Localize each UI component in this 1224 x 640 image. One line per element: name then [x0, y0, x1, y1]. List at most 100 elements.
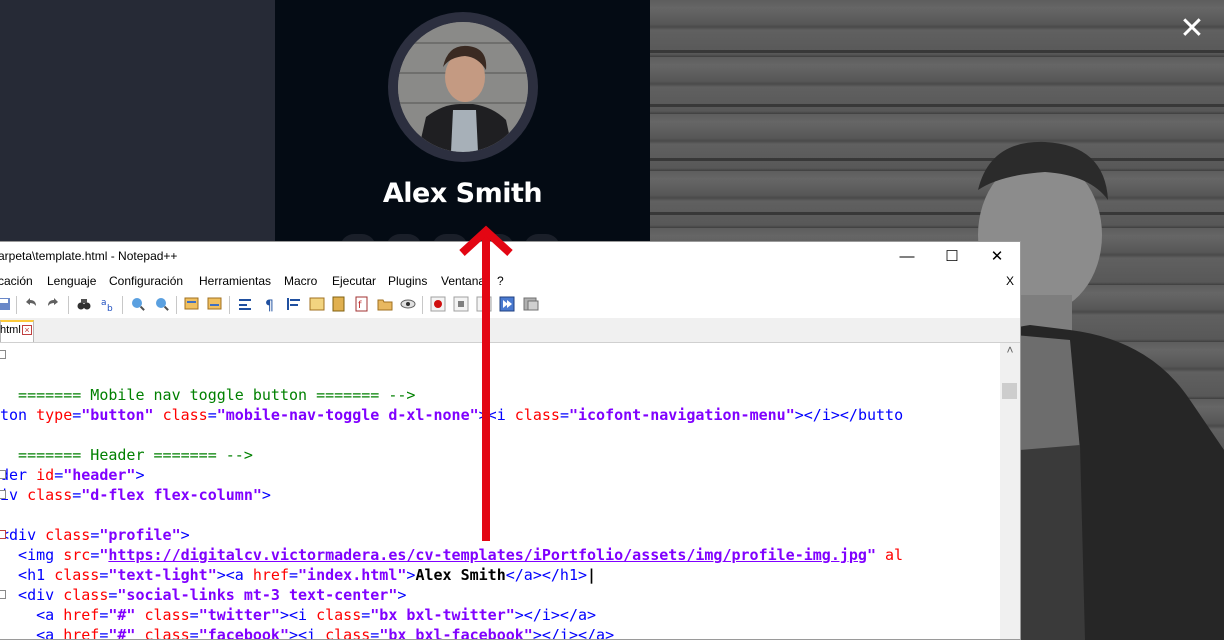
code-token: "header" [63, 466, 136, 484]
code-token: "social-links mt-3 text-center" [117, 586, 398, 604]
code-token: "text-light" [108, 566, 217, 584]
close-icon[interactable]: ✕ [1176, 14, 1208, 46]
code-line: <a href="#" class="facebook"><i class="b… [0, 625, 615, 640]
code-token: = [189, 626, 199, 640]
code-token: = [189, 606, 199, 624]
scroll-up-arrow-icon[interactable]: ˄ [1000, 343, 1020, 361]
svg-text:¶: ¶ [265, 298, 274, 312]
toolbar-separator [16, 296, 17, 314]
code-token: ><a [216, 566, 253, 584]
vertical-scrollbar[interactable]: ˄ [1000, 343, 1020, 639]
code-token: = [559, 406, 569, 424]
code-line: <div class="profile"> [0, 525, 190, 545]
code-token: https://digitalcv.victormadera.es/cv-tem… [108, 546, 867, 564]
user-language-icon[interactable] [309, 296, 325, 312]
maximize-button[interactable]: ☐ [929, 242, 975, 270]
indent-guide-icon[interactable] [286, 296, 302, 312]
show-all-characters-icon[interactable]: ¶ [262, 296, 278, 312]
fold-marker[interactable] [0, 470, 6, 479]
code-line: ======= Header ======= --> [0, 445, 253, 465]
fold-marker[interactable] [0, 590, 6, 599]
code-token: class [54, 566, 100, 584]
word-wrap-icon[interactable] [238, 296, 254, 312]
code-token: > [180, 526, 190, 544]
code-token: <a [0, 606, 64, 624]
toolbar-separator [176, 296, 177, 314]
code-token: Alex Smith [415, 566, 506, 584]
code-token: "twitter" [198, 606, 280, 624]
code-line: der id="header"> [0, 465, 145, 485]
code-token: class [144, 606, 190, 624]
code-token: <img [0, 546, 64, 564]
tab-close-icon[interactable]: × [22, 325, 32, 335]
close-document-button[interactable]: X [1006, 274, 1014, 288]
code-token: href [63, 626, 100, 640]
sync-horizontal-icon[interactable] [207, 296, 223, 312]
code-token: id [36, 466, 55, 484]
avatar [398, 22, 528, 152]
redo-icon[interactable] [46, 296, 62, 312]
code-token: ></i></a> [532, 626, 615, 640]
svg-text:a: a [101, 298, 107, 308]
code-line: ton type="button" class="mobile-nav-togg… [0, 405, 903, 425]
toolbar-separator [122, 296, 123, 314]
macro-save-icon[interactable] [523, 296, 539, 312]
fold-marker[interactable] [0, 530, 6, 539]
code-token: = [90, 546, 100, 564]
tab-template-html[interactable]: html × [0, 320, 34, 342]
code-line: <a href="#" class="twitter"><i class="bx… [0, 605, 596, 625]
save-all-icon[interactable] [0, 296, 12, 312]
code-token: <div [0, 526, 46, 544]
code-token: class [45, 526, 91, 544]
window-close-button[interactable]: ✕ [974, 242, 1020, 270]
fold-marker[interactable] [0, 350, 6, 359]
window-title: arpeta\template.html - Notepad++ [0, 249, 178, 263]
toolbar-separator [68, 296, 69, 314]
fold-marker[interactable] [0, 490, 6, 499]
profile-name[interactable]: Alex Smith [275, 178, 650, 209]
code-token: > [135, 466, 145, 484]
code-token: type [36, 406, 73, 424]
code-token: = [289, 566, 299, 584]
code-token: src [63, 546, 91, 564]
code-token: "bx bxl-twitter" [370, 606, 515, 624]
menu-codificacion[interactable]: cación [0, 274, 33, 288]
menu-herramientas[interactable]: Herramientas [199, 274, 271, 288]
zoom-in-icon[interactable] [130, 296, 146, 312]
code-token: "#" [108, 626, 136, 640]
annotation-arrow [459, 225, 513, 541]
code-token: ======= Header ======= --> [0, 446, 253, 464]
scrollbar-thumb[interactable] [1002, 383, 1017, 399]
replace-icon[interactable]: ab [100, 296, 116, 312]
menu-ejecutar[interactable]: Ejecutar [332, 274, 376, 288]
macro-record-icon[interactable] [430, 296, 446, 312]
menu-lenguaje[interactable]: Lenguaje [47, 274, 96, 288]
code-token: "#" [108, 606, 136, 624]
toolbar-separator [422, 296, 423, 314]
code-token: = [72, 486, 82, 504]
function-list-icon[interactable]: f [354, 296, 370, 312]
code-token: href [63, 606, 100, 624]
code-token: = [361, 606, 371, 624]
code-token: class [316, 606, 362, 624]
sync-vertical-icon[interactable] [184, 296, 200, 312]
code-token: <div [0, 586, 64, 604]
document-map-icon[interactable] [331, 296, 347, 312]
find-icon[interactable] [76, 296, 92, 312]
code-token: > [397, 586, 407, 604]
tab-label: html [0, 324, 21, 336]
menu-plugins[interactable]: Plugins [388, 274, 427, 288]
menu-configuracion[interactable]: Configuración [109, 274, 183, 288]
code-token: "index.html" [298, 566, 407, 584]
minimize-button[interactable]: — [884, 242, 930, 270]
zoom-out-icon[interactable] [154, 296, 170, 312]
monitoring-icon[interactable] [400, 296, 416, 312]
code-token: class [325, 626, 371, 640]
code-token: = [54, 466, 64, 484]
code-token: = [90, 526, 100, 544]
code-token: "mobile-nav-toggle d-xl-none" [216, 406, 479, 424]
menu-macro[interactable]: Macro [284, 274, 317, 288]
undo-icon[interactable] [22, 296, 38, 312]
folder-as-workspace-icon[interactable] [377, 296, 393, 312]
